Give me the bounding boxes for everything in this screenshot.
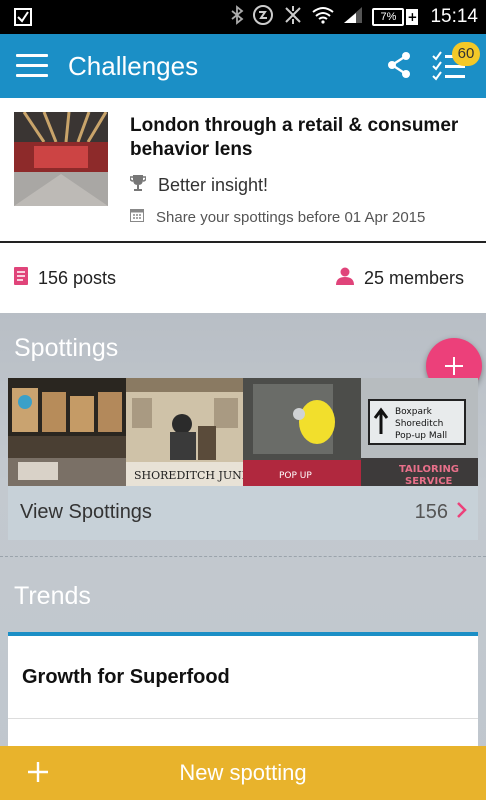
- spotting-photo: [8, 378, 126, 486]
- svg-text:Pop-up Mall: Pop-up Mall: [395, 431, 447, 441]
- members-stat: 25 members: [335, 267, 464, 290]
- checkbox-icon: [14, 8, 32, 30]
- spotting-photo: POP UP: [243, 378, 361, 486]
- bluetooth-icon: [230, 5, 244, 29]
- view-spottings-label: View Spottings: [20, 501, 152, 523]
- new-spotting-label: New spotting: [179, 760, 307, 785]
- clock: 15:14: [430, 6, 478, 27]
- calendar-icon: [130, 208, 144, 226]
- trends-heading: Trends: [14, 582, 91, 610]
- spotting-photo: Boxpark Shoreditch Pop-up Mall TAILORING…: [360, 378, 478, 486]
- challenge-deadline: Share your spottings before 01 Apr 2015: [130, 208, 425, 226]
- menu-icon[interactable]: [16, 54, 48, 78]
- page-title: Challenges: [68, 51, 199, 81]
- spottings-photo-strip[interactable]: SHOREDITCH JUNK POP UP Boxpark Shoreditc…: [8, 378, 478, 486]
- challenge-card[interactable]: London through a retail & consumer behav…: [0, 98, 486, 243]
- svg-text:POP UP: POP UP: [279, 471, 312, 481]
- trend-card[interactable]: Growth for Superfood: [8, 632, 478, 752]
- spotting-photo: SHOREDITCH JUNK: [125, 378, 244, 486]
- section-divider: [0, 556, 486, 557]
- svg-text:SHOREDITCH JUNK: SHOREDITCH JUNK: [134, 469, 244, 482]
- notification-badge: 60: [452, 42, 480, 66]
- challenge-title: London through a retail & consumer behav…: [130, 115, 459, 160]
- status-bar: 7% + 15:14: [0, 0, 486, 34]
- svg-text:Shoreditch: Shoreditch: [395, 419, 443, 429]
- content-area: London through a retail & consumer behav…: [0, 98, 486, 800]
- trophy-icon: [129, 174, 147, 197]
- challenge-thumbnail: [14, 112, 108, 206]
- spottings-heading: Spottings: [14, 334, 119, 362]
- share-icon[interactable]: [384, 50, 414, 80]
- chevron-right-icon: [456, 500, 468, 526]
- new-spotting-button[interactable]: New spotting: [0, 746, 486, 800]
- challenge-stats: 156 posts 25 members: [0, 243, 486, 313]
- svg-text:TAILORING: TAILORING: [399, 464, 459, 475]
- svg-text:Boxpark: Boxpark: [395, 407, 433, 417]
- wifi-icon: [312, 6, 335, 28]
- person-icon: [335, 267, 354, 290]
- svg-text:SERVICE: SERVICE: [405, 476, 453, 486]
- app-bar: Challenges 60: [0, 34, 486, 98]
- trend-title: Growth for Superfood: [22, 666, 230, 688]
- posts-stat: 156 posts: [14, 267, 116, 290]
- spottings-count: 156: [414, 501, 448, 523]
- challenge-goal: Better insight!: [129, 174, 268, 197]
- signal-icon: [342, 5, 364, 29]
- battery-icon: 7% +: [372, 8, 419, 26]
- divider: [8, 718, 478, 719]
- vibrate-off-icon: [282, 4, 304, 30]
- view-spottings-row[interactable]: View Spottings 156: [8, 486, 478, 540]
- data-saver-icon: [252, 4, 274, 30]
- posts-icon: [14, 267, 28, 290]
